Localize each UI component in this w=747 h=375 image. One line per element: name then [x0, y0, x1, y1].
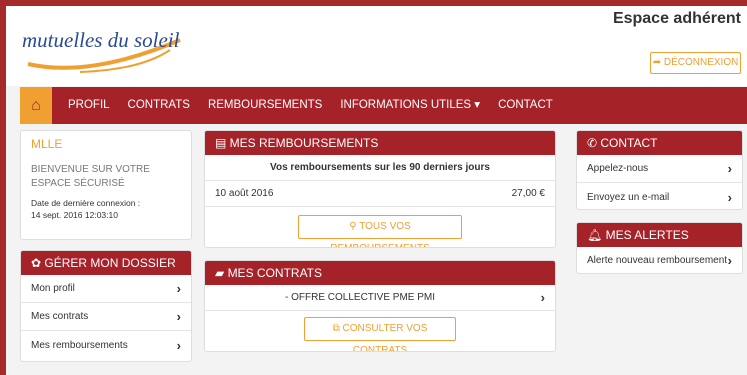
- chevron-right-icon: ›: [727, 253, 732, 268]
- remboursement-row: 10 août 2016 27,00 €: [205, 181, 555, 207]
- last-login-value: 14 sept. 2016 12:03:10: [31, 210, 118, 220]
- last-login-label: Date de dernière connexion :: [31, 198, 141, 208]
- logout-label: DÉCONNEXION: [663, 57, 739, 68]
- phone-icon: ✆: [587, 136, 601, 150]
- bell-icon: 🔔︎: [587, 228, 606, 242]
- welcome-panel: MLLE BIENVENUE SUR VOTRE ESPACE SÉCURISÉ…: [20, 130, 192, 240]
- dossier-item-remboursements[interactable]: Mes remboursements ›: [21, 331, 191, 359]
- remboursements-panel: ▤ MES REMBOURSEMENTS Vos remboursements …: [204, 130, 556, 248]
- dossier-item-label: Mes remboursements: [31, 339, 128, 351]
- nav-item-remboursements[interactable]: REMBOURSEMENTS: [199, 87, 331, 124]
- page-title: Espace adhérent: [612, 10, 741, 27]
- contact-panel: ✆ CONTACT Appelez-nous › Envoyez un e-ma…: [576, 130, 743, 210]
- contact-header: ✆ CONTACT: [577, 131, 742, 155]
- chevron-right-icon: ›: [727, 189, 732, 205]
- header: mutuelles du soleil Espace adhérent ➦ DÉ…: [6, 6, 747, 86]
- chevron-right-icon: ›: [176, 337, 181, 353]
- logo-text: mutuelles du soleil: [22, 28, 180, 52]
- remboursements-subtitle: Vos remboursements sur les 90 derniers j…: [270, 162, 490, 173]
- dossier-item-label: Mes contrats: [31, 311, 89, 322]
- main-nav: ⌂ PROFIL CONTRATS REMBOURSEMENTS INFORMA…: [20, 87, 747, 124]
- dossier-title: GÉRER MON DOSSIER: [44, 256, 176, 270]
- contact-title: CONTACT: [600, 136, 658, 150]
- consult-contrats-button[interactable]: ⧉ CONSULTER VOS CONTRATS: [304, 317, 456, 351]
- chevron-right-icon: ›: [176, 281, 181, 296]
- remboursement-date: 10 août 2016: [215, 188, 274, 199]
- remboursements-subtitle-row: Vos remboursements sur les 90 derniers j…: [205, 155, 555, 181]
- remboursements-title: MES REMBOURSEMENTS: [229, 136, 379, 150]
- contact-item-label: Envoyez un e-mail: [587, 191, 670, 203]
- chevron-right-icon: ›: [176, 309, 181, 324]
- logout-button[interactable]: ➦ DÉCONNEXION: [650, 52, 741, 74]
- contact-item-label: Appelez-nous: [587, 163, 649, 174]
- remboursements-header: ▤ MES REMBOURSEMENTS: [205, 131, 555, 155]
- dossier-item-contrats[interactable]: Mes contrats ›: [21, 303, 191, 331]
- welcome-text: BIENVENUE SUR VOTRE ESPACE SÉCURISÉ: [31, 164, 150, 189]
- consult-contrats-label: CONSULTER VOS CONTRATS: [342, 323, 428, 352]
- contrats-header: ▰ MES CONTRATS: [205, 261, 555, 285]
- dossier-panel: ✿ GÉRER MON DOSSIER Mon profil › Mes con…: [20, 250, 192, 362]
- page-frame: mutuelles du soleil Espace adhérent ➦ DÉ…: [6, 6, 747, 375]
- nav-item-contact[interactable]: CONTACT: [489, 87, 562, 124]
- alertes-panel: 🔔︎ MES ALERTES Alerte nouveau remboursem…: [576, 222, 743, 274]
- all-remboursements-label: TOUS VOS REMBOURSEMENTS: [330, 221, 429, 247]
- folder-icon: ▰: [215, 266, 228, 280]
- search-icon: ⚲: [349, 221, 360, 232]
- dossier-item-label: Mon profil: [31, 283, 75, 294]
- remboursement-amount: 27,00 €: [511, 188, 545, 199]
- dossier-header: ✿ GÉRER MON DOSSIER: [21, 251, 191, 275]
- all-remboursements-button[interactable]: ⚲ TOUS VOS REMBOURSEMENTS: [298, 215, 462, 247]
- chevron-right-icon: ›: [540, 290, 545, 305]
- contrats-title: MES CONTRATS: [227, 266, 323, 280]
- alertes-header: 🔔︎ MES ALERTES: [577, 223, 742, 247]
- gear-icon: ✿: [31, 256, 45, 270]
- alerte-item[interactable]: Alerte nouveau remboursement ›: [577, 247, 742, 273]
- dossier-item-profil[interactable]: Mon profil ›: [21, 275, 191, 303]
- logout-icon: ➦: [652, 57, 664, 68]
- alerte-item-label: Alerte nouveau remboursement: [587, 255, 728, 266]
- contrat-item[interactable]: - OFFRE COLLECTIVE PME PMI ›: [205, 285, 555, 311]
- contact-item-call[interactable]: Appelez-nous ›: [577, 155, 742, 183]
- nav-item-contrats[interactable]: CONTRATS: [119, 87, 199, 124]
- card-icon: ▤: [215, 136, 230, 150]
- chevron-right-icon: ›: [727, 161, 732, 176]
- contact-item-email[interactable]: Envoyez un e-mail ›: [577, 183, 742, 209]
- contrat-item-label: - OFFRE COLLECTIVE PME PMI: [285, 292, 436, 303]
- contract-icon: ⧉: [332, 323, 343, 334]
- logo[interactable]: mutuelles du soleil: [20, 20, 200, 80]
- welcome-title: MLLE: [31, 137, 63, 151]
- home-icon[interactable]: ⌂: [20, 87, 52, 124]
- alertes-title: MES ALERTES: [605, 228, 689, 242]
- nav-item-profil[interactable]: PROFIL: [52, 87, 119, 124]
- contrats-panel: ▰ MES CONTRATS - OFFRE COLLECTIVE PME PM…: [204, 260, 556, 352]
- nav-item-informations-utiles[interactable]: INFORMATIONS UTILES ▾: [331, 87, 489, 124]
